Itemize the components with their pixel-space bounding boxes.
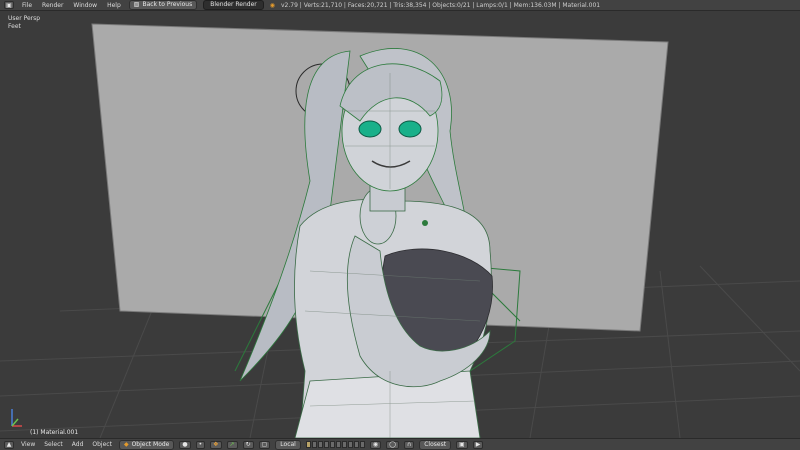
left-eye [358,120,382,138]
menu-select[interactable]: Select [42,441,65,448]
layer-10[interactable] [359,441,365,448]
mode-select[interactable]: ◆ Object Mode [118,439,175,450]
layer-6[interactable] [335,441,341,448]
layer-5[interactable] [329,441,335,448]
menu-window[interactable]: Window [71,2,99,9]
info-header: ▣ File Render Window Help ▧ Back to Prev… [0,0,800,11]
lock-layers-icon[interactable]: ◉ [369,440,382,449]
render-still-icon[interactable]: ▣ [456,440,468,449]
render-engine-select[interactable]: Blender Render [203,0,264,10]
necklace-pendant [422,220,428,226]
layer-9[interactable] [353,441,359,448]
layer-buttons[interactable] [305,441,365,448]
screen-icon: ▧ [133,1,140,8]
snap-magnet-icon[interactable]: ∩ [403,440,415,449]
viewport-shading-button[interactable]: ● [179,440,191,449]
orientation-label: Local [280,440,296,448]
layer-1[interactable] [305,441,311,448]
render-animation-icon[interactable]: ▶ [472,440,484,449]
view-name-label: User Persp [8,15,41,22]
layer-3[interactable] [317,441,323,448]
back-to-previous-button[interactable]: ▧ Back to Previous [128,0,198,10]
3d-view-editor-icon[interactable]: ▲ [4,440,14,449]
units-label: Feet [8,23,21,30]
layer-4[interactable] [323,441,329,448]
right-eye [398,120,422,138]
editor-type-icon[interactable]: ▣ [4,1,14,9]
menu-file[interactable]: File [20,2,34,9]
menu-add[interactable]: Add [70,441,86,448]
back-to-previous-label: Back to Previous [142,1,193,8]
axis-gizmo [11,409,22,427]
manipulator-toggle[interactable]: ❖ [210,440,222,449]
render-engine-label: Blender Render [210,1,257,8]
scale-manipulator-icon[interactable]: ▢ [258,440,271,449]
mode-label: Object Mode [131,440,170,448]
blender-logo-icon: ◉ [269,1,275,9]
orientation-select[interactable]: Local [275,439,301,450]
proportional-edit-icon[interactable]: ◯ [386,440,399,449]
active-object-label: (1) Material.001 [30,429,79,436]
translate-manipulator-icon[interactable]: ↗ [226,440,238,449]
pivot-point-button[interactable]: • [195,440,206,449]
3d-viewport[interactable]: User Persp Feet (1) Material.001 [0,11,800,438]
layer-8[interactable] [347,441,353,448]
scene-stats: v2.79 | Verts:21,710 | Faces:20,721 | Tr… [280,1,601,9]
viewport-hud: User Persp Feet [8,15,40,31]
layer-7[interactable] [341,441,347,448]
object-mode-icon: ◆ [123,440,129,448]
menu-render[interactable]: Render [40,2,65,9]
layer-2[interactable] [311,441,317,448]
menu-view[interactable]: View [19,441,37,448]
menu-object[interactable]: Object [90,441,114,448]
viewport-scene [0,23,800,438]
3d-view-header: ▲ View Select Add Object ◆ Object Mode ●… [0,438,800,450]
snap-target-label: Closest [424,440,447,448]
menu-help[interactable]: Help [105,2,123,9]
snap-target-select[interactable]: Closest [419,439,452,450]
rotate-manipulator-icon[interactable]: ↻ [242,440,254,449]
